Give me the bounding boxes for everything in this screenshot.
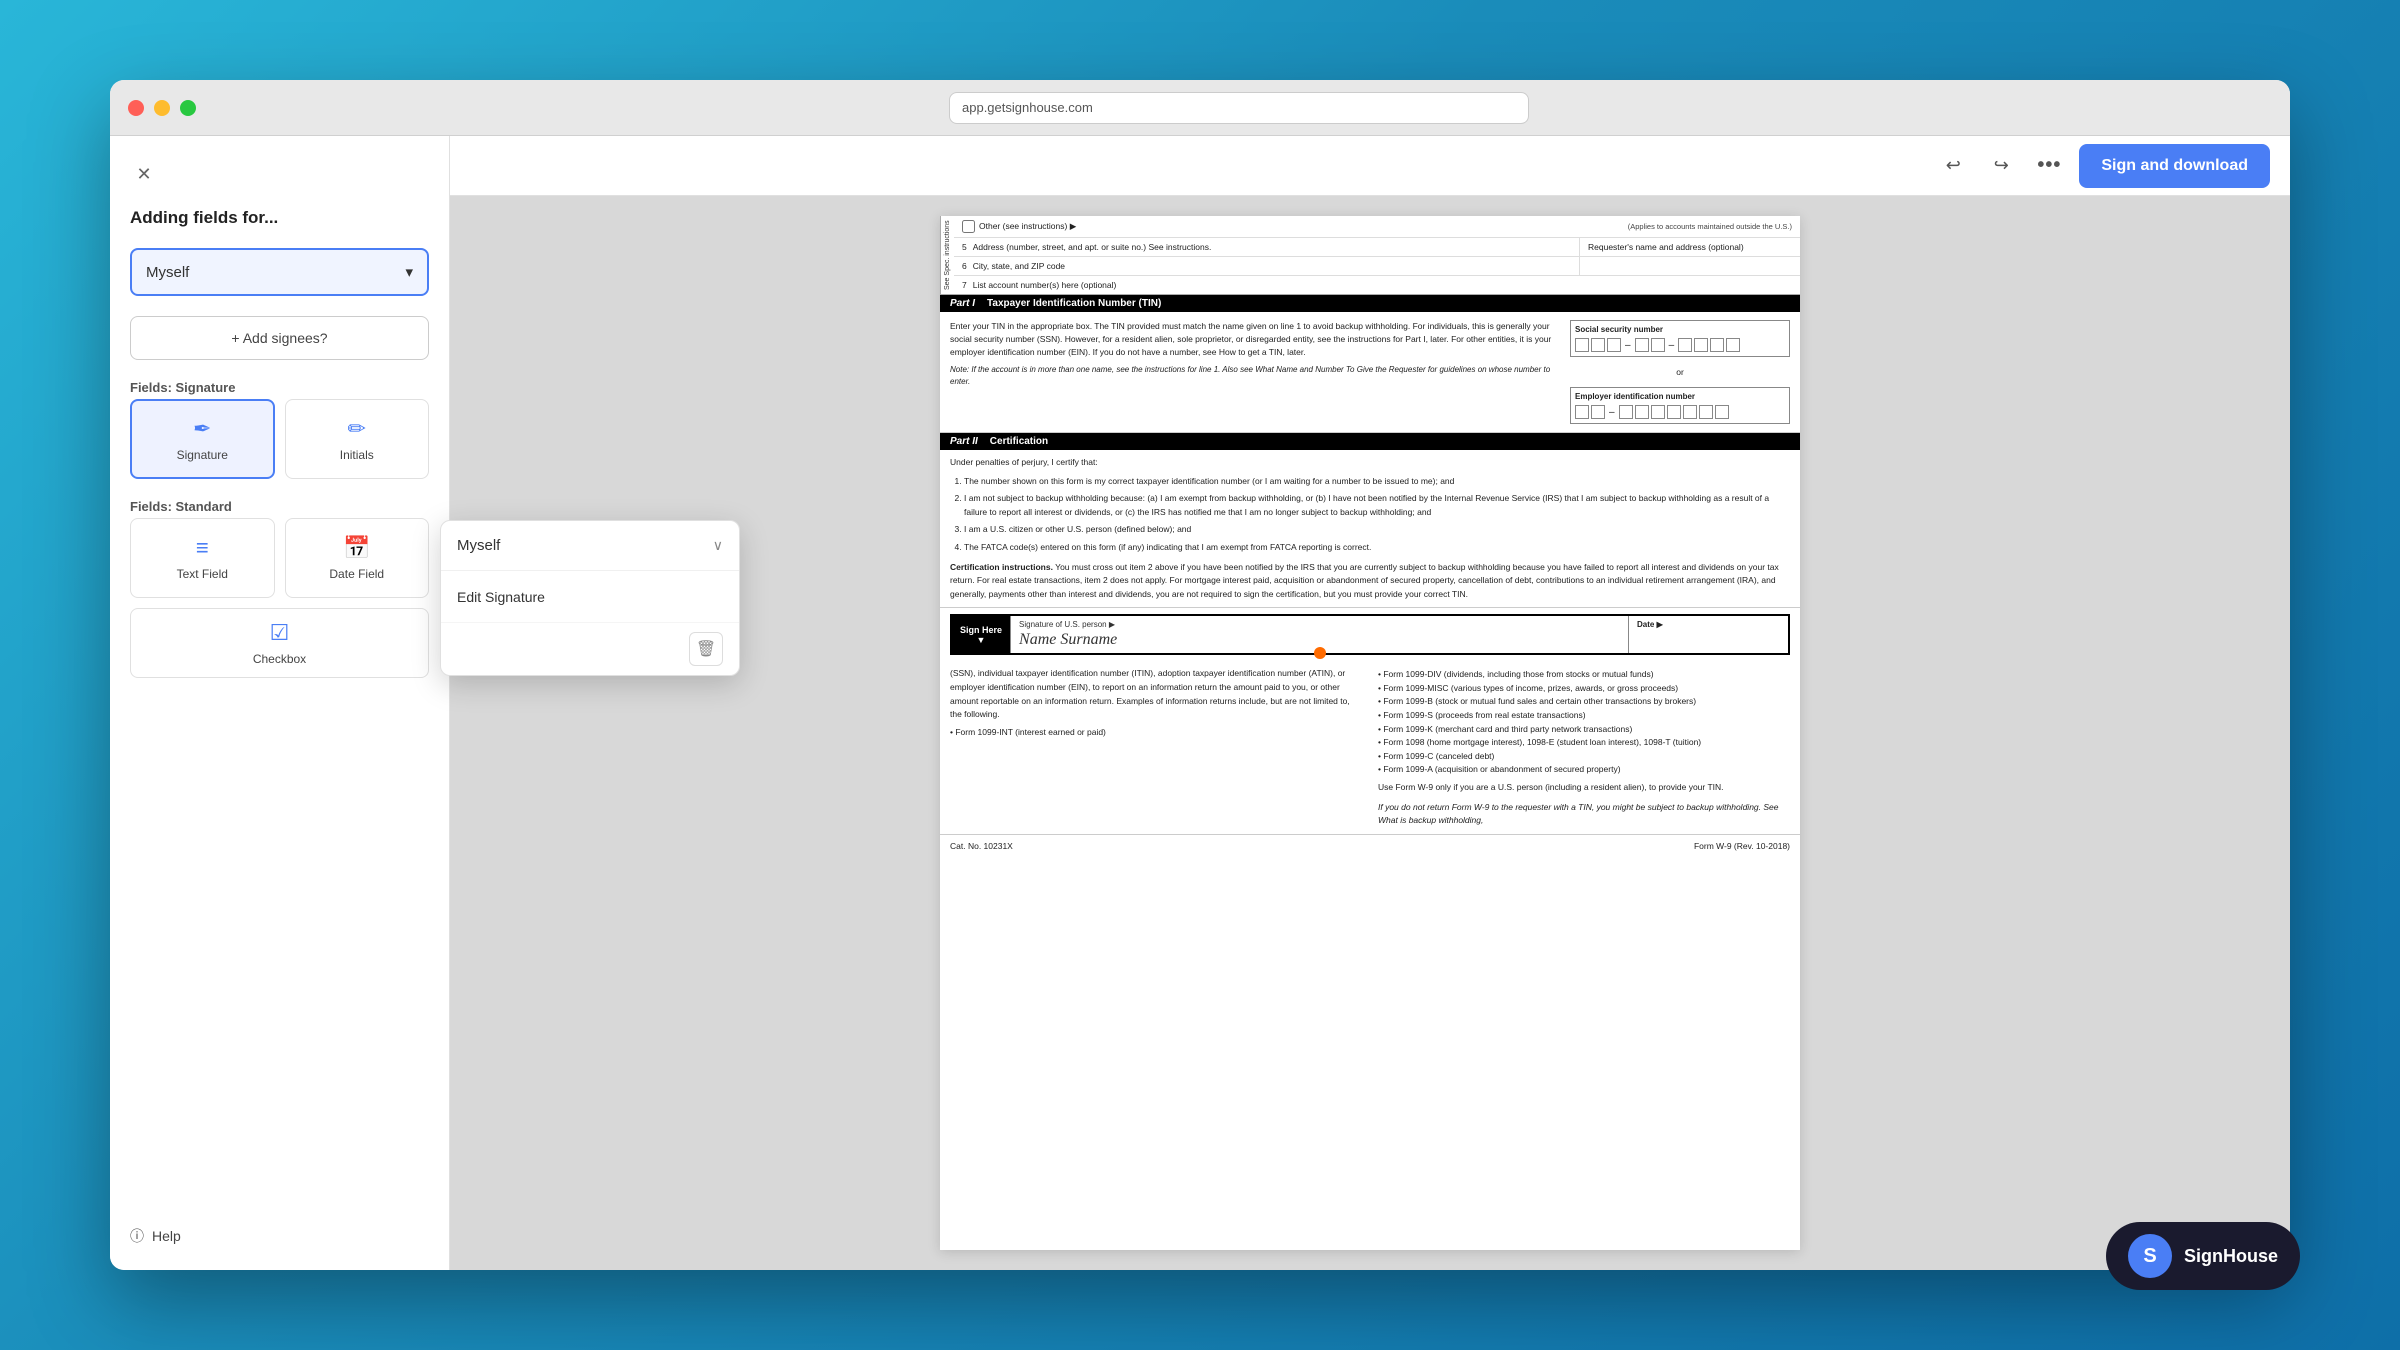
more-options-button[interactable]: •••	[2031, 148, 2067, 184]
sidebar-title: Adding fields for...	[130, 208, 429, 228]
part2-header: Part II Certification	[940, 433, 1800, 450]
minimize-button[interactable]	[154, 100, 170, 116]
footer-right: Form W-9 (Rev. 10-2018)	[1694, 841, 1790, 851]
date-field-icon: 📅	[343, 535, 370, 561]
close-icon[interactable]: ✕	[130, 160, 158, 188]
signhouse-icon: S	[2128, 1234, 2172, 1278]
initials-icon: ✏	[348, 416, 366, 442]
add-signees-button[interactable]: + Add signees?	[130, 316, 429, 360]
titlebar: app.getsignhouse.com	[110, 80, 2290, 136]
indicator-dot	[1314, 647, 1326, 659]
row6-right	[1580, 257, 1800, 275]
ssn-fields: – –	[1575, 338, 1785, 352]
fields-standard-section: Fields: Standard ≡ Text Field 📅 Date Fie…	[130, 499, 429, 678]
signhouse-badge: S SignHouse	[2106, 1222, 2300, 1290]
sign-date-col: Date ▶	[1628, 616, 1788, 653]
checkbox-field-button[interactable]: ☑ Checkbox	[130, 608, 429, 678]
tin-right: Social security number –	[1570, 320, 1790, 424]
cert-item-1: The number shown on this form is my corr…	[964, 475, 1790, 489]
footer-left: Cat. No. 10231X	[950, 841, 1013, 851]
document-area: ↩ ↪ ••• Sign and download See Spec. inst…	[450, 136, 2290, 1270]
ein-box: Employer identification number –	[1570, 387, 1790, 424]
row6-text: City, state, and ZIP code	[973, 261, 1065, 271]
row6-label: 6	[962, 261, 967, 271]
popup-dropdown: Myself ∨ Edit Signature 🗑	[450, 520, 740, 676]
toolbar: ↩ ↪ ••• Sign and download	[450, 136, 2290, 196]
cert-instructions: Certification instructions. You must cro…	[950, 561, 1790, 602]
undo-icon: ↩	[1946, 155, 1961, 176]
main-area: ✕ Adding fields for... Myself ▾ + Add si…	[110, 136, 2290, 1270]
close-button[interactable]	[128, 100, 144, 116]
sign-field-area[interactable]: Signature of U.S. person ▶ Name Surname	[1010, 616, 1628, 653]
row7-label: 7	[962, 280, 967, 290]
more-icon: •••	[2037, 154, 2061, 177]
date-field-button[interactable]: 📅 Date Field	[285, 518, 430, 598]
popup-header[interactable]: Myself ∨	[450, 521, 739, 571]
popup-delete-button[interactable]: 🗑	[689, 632, 723, 666]
cert-item-2: I am not subject to backup withholding b…	[964, 492, 1790, 519]
tin-note: Note: If the account is in more than one…	[950, 364, 1558, 388]
bottom-left: (SSN), individual taxpayer identificatio…	[950, 667, 1362, 827]
cert-list: The number shown on this form is my corr…	[950, 475, 1790, 555]
app-window: app.getsignhouse.com ✕ Adding fields for…	[110, 80, 2290, 1270]
signature-field-grid: ✒ Signature ✏ Initials	[130, 399, 429, 479]
signhouse-label: SignHouse	[2184, 1246, 2278, 1267]
standard-field-grid: ≡ Text Field 📅 Date Field	[130, 518, 429, 598]
arrow-down-icon: ▼	[977, 635, 986, 645]
text-field-icon: ≡	[196, 535, 209, 561]
ssn-box: Social security number –	[1570, 320, 1790, 357]
popup-footer: 🗑	[450, 623, 739, 675]
fields-signature-label: Fields: Signature	[130, 380, 429, 395]
fields-signature-section: Fields: Signature ✒ Signature ✏ Initials	[130, 380, 429, 479]
tin-section: Enter your TIN in the appropriate box. T…	[940, 312, 1800, 433]
row7-text: List account number(s) here (optional)	[973, 280, 1117, 290]
signee-dropdown[interactable]: Myself ▾	[130, 248, 429, 296]
sign-here-label: Sign Here ▼	[952, 616, 1010, 653]
popup-chevron-icon: ∨	[713, 537, 723, 554]
maximize-button[interactable]	[180, 100, 196, 116]
url-bar[interactable]: app.getsignhouse.com	[949, 92, 1529, 124]
bottom-right: • Form 1099-DIV (dividends, including th…	[1378, 667, 1790, 827]
cert-item-4: The FATCA code(s) entered on this form (…	[964, 541, 1790, 555]
spec-label: See Spec. instructions	[940, 216, 954, 294]
document-footer: Cat. No. 10231X Form W-9 (Rev. 10-2018)	[940, 834, 1800, 857]
applies-label: (Applies to accounts maintained outside …	[1628, 222, 1792, 231]
initials-field-button[interactable]: ✏ Initials	[285, 399, 430, 479]
row5-label: 5	[962, 242, 967, 252]
text-field-button[interactable]: ≡ Text Field	[130, 518, 275, 598]
help-icon: ⓘ	[130, 1226, 144, 1246]
signature-field-button[interactable]: ✒ Signature	[130, 399, 275, 479]
document-page: See Spec. instructions Other (see instru…	[940, 216, 1800, 1250]
cert-item-3: I am a U.S. citizen or other U.S. person…	[964, 523, 1790, 537]
sign-here-row: Sign Here ▼ Signature of U.S. person ▶ N…	[950, 614, 1790, 655]
sidebar: ✕ Adding fields for... Myself ▾ + Add si…	[110, 136, 450, 1270]
sign-download-button[interactable]: Sign and download	[2079, 144, 2270, 188]
row5-text: Address (number, street, and apt. or sui…	[973, 242, 1212, 252]
signature-icon: ✒	[193, 416, 211, 442]
fields-standard-label: Fields: Standard	[130, 499, 429, 514]
tin-left: Enter your TIN in the appropriate box. T…	[950, 320, 1558, 424]
checkbox-icon: ☑	[270, 620, 290, 646]
help-link[interactable]: ⓘ Help	[130, 1226, 429, 1246]
document-viewer[interactable]: See Spec. instructions Other (see instru…	[450, 196, 2290, 1270]
trash-icon: 🗑	[696, 639, 716, 659]
redo-icon: ↪	[1994, 155, 2009, 176]
other-checkbox[interactable]	[962, 220, 975, 233]
cert-section: Under penalties of perjury, I certify th…	[940, 450, 1800, 608]
redo-button[interactable]: ↪	[1983, 148, 2019, 184]
popup-signee-label: Myself	[457, 537, 500, 554]
edit-signature-item[interactable]: Edit Signature	[450, 571, 739, 623]
bottom-text: (SSN), individual taxpayer identificatio…	[940, 661, 1800, 833]
row5-right: Requester's name and address (optional)	[1580, 238, 1800, 256]
undo-button[interactable]: ↩	[1935, 148, 1971, 184]
part1-header: Part I Taxpayer Identification Number (T…	[940, 295, 1800, 312]
chevron-down-icon: ▾	[405, 263, 413, 281]
